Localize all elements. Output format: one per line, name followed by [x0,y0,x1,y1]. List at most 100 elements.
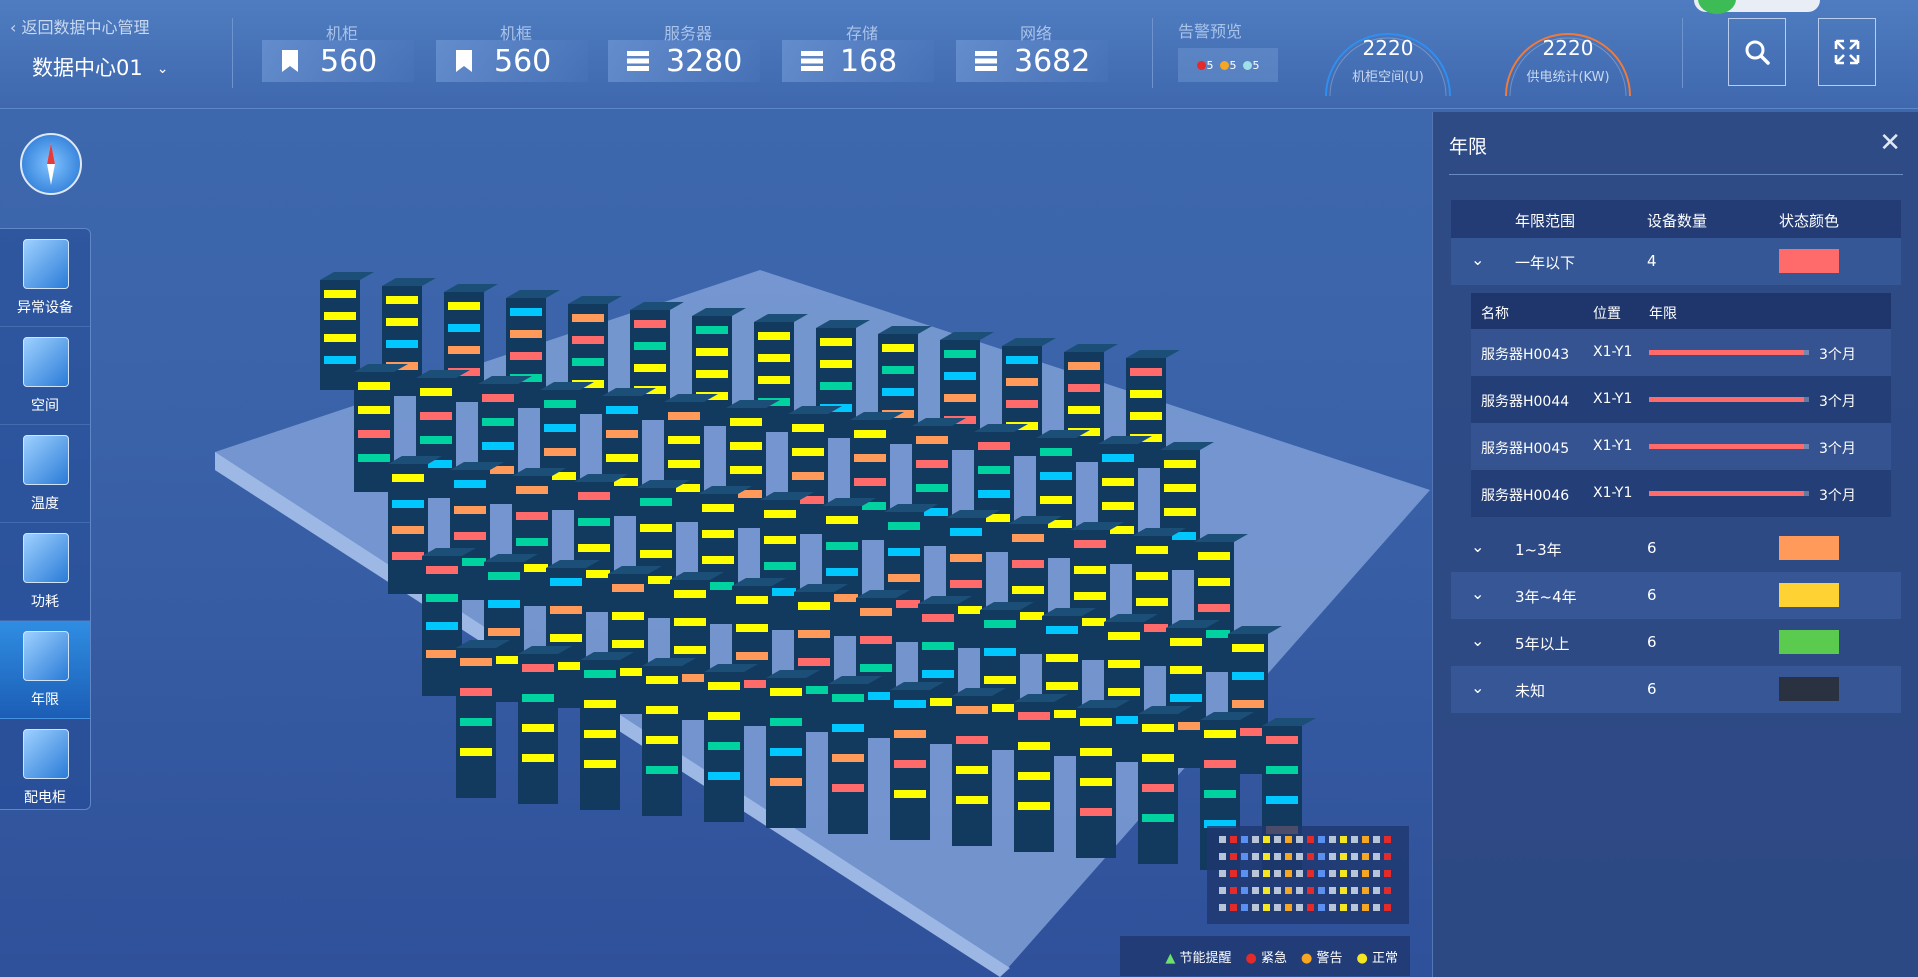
cursor-icon [23,239,69,289]
nav-label: 功耗 [31,594,59,610]
device-pos: X1-Y1 [1593,485,1633,501]
group-range: 1~3年 [1515,541,1562,559]
device-name: 服务器H0045 [1481,441,1570,457]
device-pos: X1-Y1 [1593,391,1633,407]
alarm-preview[interactable]: 告警预览 5 5 5 [1178,18,1288,88]
divider [1682,18,1683,88]
stat-value: 3280 [666,44,743,79]
group-detail: 名称 位置 年限 服务器H0043 X1-Y1 3个月 服务器H0044 X1-… [1471,293,1891,517]
panel-title: 年限 [1449,136,1488,158]
nav-item-distribution[interactable]: 配电柜 [0,719,90,816]
alarm-warning: 5 [1219,59,1237,72]
stat-value: 3682 [1014,44,1091,79]
alarm-label: 告警预览 [1178,22,1243,41]
fullscreen-button[interactable] [1818,18,1876,86]
search-button[interactable] [1728,18,1786,86]
table-header: 年限范围 设备数量 状态颜色 [1451,200,1901,238]
group-row-2[interactable]: ⌄ 3年~4年 6 [1451,572,1901,619]
table-row[interactable]: 服务器H0044 X1-Y1 3个月 [1471,376,1891,423]
group-range: 3年~4年 [1515,588,1577,606]
server-icon [627,51,649,71]
age-bar [1649,444,1809,449]
group-count: 6 [1647,539,1657,557]
cursor-icon [23,435,69,485]
group-count: 6 [1647,586,1657,604]
cursor-icon [23,729,69,779]
device-name: 服务器H0044 [1481,394,1570,410]
color-swatch [1779,249,1839,273]
divider [1449,174,1903,175]
cursor-icon [23,533,69,583]
chevron-down-icon: ⌄ [1471,537,1485,556]
stat-server: 服务器 3280 [608,18,768,88]
stat-value: 560 [494,44,552,79]
table-row[interactable]: 服务器H0046 X1-Y1 3个月 [1471,470,1891,517]
group-count: 6 [1647,633,1657,651]
col-count: 设备数量 [1647,212,1708,230]
nav-item-abnormal[interactable]: 异常设备 [0,229,90,327]
nav-item-temperature[interactable]: 温度 [0,425,90,523]
stat-value: 168 [840,44,898,79]
user-status-chip[interactable] [1694,0,1820,14]
nav-item-power[interactable]: 功耗 [0,523,90,621]
device-age: 3个月 [1819,347,1856,363]
group-row-1[interactable]: ⌄ 1~3年 6 [1451,525,1901,572]
group-range: 未知 [1515,682,1546,700]
group-range: 5年以上 [1515,635,1570,653]
age-table: 年限范围 设备数量 状态颜色 ⌄ 一年以下 4 名称 位置 年限 服务器H004… [1451,200,1901,713]
age-bar [1649,397,1809,402]
gauge-cabinet-space: 2220 机柜空间(U) [1318,14,1458,98]
group-row-0[interactable]: ⌄ 一年以下 4 [1451,238,1901,285]
device-age: 3个月 [1819,441,1856,457]
device-name: 服务器H0043 [1481,347,1570,363]
compass-button[interactable] [20,133,82,195]
cursor-icon [23,631,69,681]
network-icon [975,51,997,71]
device-pos: X1-Y1 [1593,344,1633,360]
compass-icon [47,143,55,185]
close-button[interactable]: ✕ [1879,130,1901,156]
stat-storage: 存储 168 [782,18,942,88]
chevron-down-icon: ⌄ [1471,584,1485,603]
nav-label: 年限 [31,692,59,708]
online-status-icon [1698,0,1736,14]
legend-item: ● 警告 [1301,950,1343,966]
chevron-down-icon: ⌄ [156,61,169,77]
group-row-3[interactable]: ⌄ 5年以上 6 [1451,619,1901,666]
stat-network: 网络 3682 [956,18,1116,88]
device-name: 服务器H0046 [1481,488,1570,504]
chevron-down-icon: ⌄ [1471,631,1485,650]
color-swatch [1779,677,1839,701]
back-label: 返回数据中心管理 [21,18,150,37]
minimap[interactable] [1207,826,1409,924]
device-age: 3个月 [1819,488,1856,504]
color-swatch [1779,583,1839,607]
table-row[interactable]: 服务器H0045 X1-Y1 3个月 [1471,423,1891,470]
sub-col-name: 名称 [1481,306,1509,322]
col-color: 状态颜色 [1779,212,1840,230]
group-row-4[interactable]: ⌄ 未知 6 [1451,666,1901,713]
bookmark-icon [282,50,298,72]
datacenter-select[interactable]: 数据中心01 ⌄ [32,52,168,82]
chevron-down-icon: ⌄ [1471,250,1485,269]
gauge-power: 2220 供电统计(KW) [1498,14,1638,98]
top-header: ‹ 返回数据中心管理 数据中心01 ⌄ 机柜 560 机框 560 服务器 328… [0,0,1918,109]
nav-item-age[interactable]: 年限 [0,621,90,719]
nav-item-space[interactable]: 空间 [0,327,90,425]
back-link[interactable]: ‹ 返回数据中心管理 [10,14,150,38]
legend-item: ● 正常 [1356,950,1399,966]
search-icon [1745,40,1770,65]
table-row[interactable]: 服务器H0043 X1-Y1 3个月 [1471,329,1891,376]
sub-col-age: 年限 [1649,306,1677,322]
sub-header: 名称 位置 年限 [1471,293,1891,329]
nav-label: 配电柜 [24,790,66,806]
stat-cabinet: 机柜 560 [262,18,422,88]
gauge-label: 供电统计(KW) [1526,70,1610,85]
nav-label: 异常设备 [17,300,73,316]
close-icon: ✕ [1879,128,1901,158]
datacenter-name: 数据中心01 [32,56,143,80]
color-swatch [1779,536,1839,560]
group-range: 一年以下 [1515,254,1576,272]
age-bar [1649,491,1809,496]
divider [232,18,233,88]
